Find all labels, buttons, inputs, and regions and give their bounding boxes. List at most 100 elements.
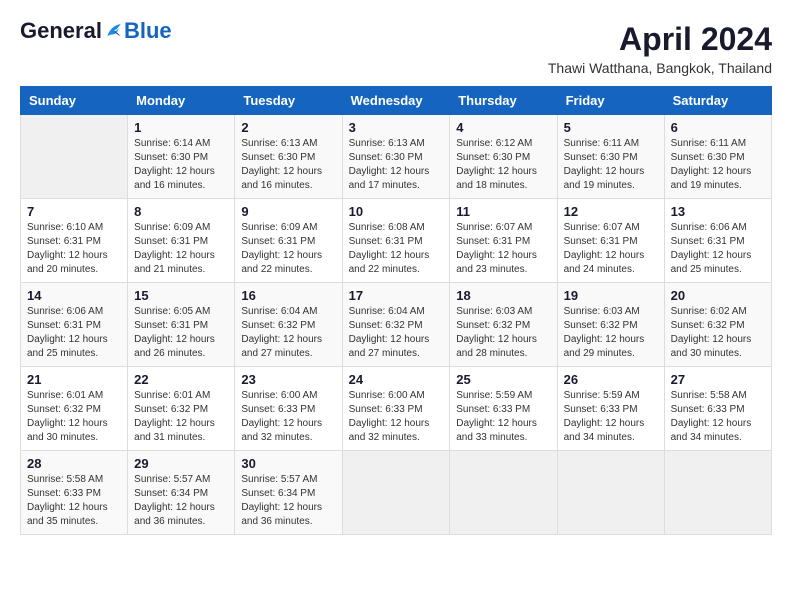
calendar-cell (21, 115, 128, 199)
day-info: Sunrise: 5:58 AM Sunset: 6:33 PM Dayligh… (671, 389, 765, 445)
column-header-saturday: Saturday (664, 87, 771, 115)
day-number: 26 (564, 372, 658, 387)
day-info: Sunrise: 6:04 AM Sunset: 6:32 PM Dayligh… (241, 305, 335, 361)
day-info: Sunrise: 6:10 AM Sunset: 6:31 PM Dayligh… (27, 221, 121, 277)
day-info: Sunrise: 6:05 AM Sunset: 6:31 PM Dayligh… (134, 305, 228, 361)
day-number: 22 (134, 372, 228, 387)
day-info: Sunrise: 6:14 AM Sunset: 6:30 PM Dayligh… (134, 137, 228, 193)
day-info: Sunrise: 5:58 AM Sunset: 6:33 PM Dayligh… (27, 473, 121, 529)
day-info: Sunrise: 6:03 AM Sunset: 6:32 PM Dayligh… (564, 305, 658, 361)
day-info: Sunrise: 5:57 AM Sunset: 6:34 PM Dayligh… (134, 473, 228, 529)
day-info: Sunrise: 6:06 AM Sunset: 6:31 PM Dayligh… (671, 221, 765, 277)
week-row-2: 7 Sunrise: 6:10 AM Sunset: 6:31 PM Daylig… (21, 199, 772, 283)
calendar-cell (557, 451, 664, 535)
calendar-cell: 4 Sunrise: 6:12 AM Sunset: 6:30 PM Daylig… (450, 115, 557, 199)
calendar-cell: 28 Sunrise: 5:58 AM Sunset: 6:33 PM Dayli… (21, 451, 128, 535)
calendar-cell: 6 Sunrise: 6:11 AM Sunset: 6:30 PM Daylig… (664, 115, 771, 199)
calendar-cell: 24Sunrise: 6:00 AM Sunset: 6:33 PM Dayli… (342, 367, 450, 451)
day-info: Sunrise: 6:07 AM Sunset: 6:31 PM Dayligh… (564, 221, 658, 277)
day-info: Sunrise: 6:12 AM Sunset: 6:30 PM Dayligh… (456, 137, 550, 193)
calendar-cell: 30Sunrise: 5:57 AM Sunset: 6:34 PM Dayli… (235, 451, 342, 535)
calendar-cell: 18 Sunrise: 6:03 AM Sunset: 6:32 PM Dayli… (450, 283, 557, 367)
day-number: 9 (241, 204, 335, 219)
day-number: 17 (349, 288, 444, 303)
calendar-cell: 2 Sunrise: 6:13 AM Sunset: 6:30 PM Daylig… (235, 115, 342, 199)
day-info: Sunrise: 6:06 AM Sunset: 6:31 PM Dayligh… (27, 305, 121, 361)
day-number: 19 (564, 288, 658, 303)
column-header-monday: Monday (128, 87, 235, 115)
day-info: Sunrise: 6:09 AM Sunset: 6:31 PM Dayligh… (134, 221, 228, 277)
logo-general-text: General (20, 20, 102, 42)
location-title: Thawi Watthana, Bangkok, Thailand (548, 60, 772, 76)
day-info: Sunrise: 6:07 AM Sunset: 6:31 PM Dayligh… (456, 221, 550, 277)
day-number: 12 (564, 204, 658, 219)
calendar-cell: 9Sunrise: 6:09 AM Sunset: 6:31 PM Daylig… (235, 199, 342, 283)
logo-bird-icon (104, 21, 124, 41)
day-info: Sunrise: 5:59 AM Sunset: 6:33 PM Dayligh… (564, 389, 658, 445)
calendar-cell (342, 451, 450, 535)
calendar-cell: 7 Sunrise: 6:10 AM Sunset: 6:31 PM Daylig… (21, 199, 128, 283)
day-number: 7 (27, 204, 121, 219)
day-number: 29 (134, 456, 228, 471)
calendar-cell: 19 Sunrise: 6:03 AM Sunset: 6:32 PM Dayli… (557, 283, 664, 367)
day-number: 1 (134, 120, 228, 135)
calendar-cell: 14 Sunrise: 6:06 AM Sunset: 6:31 PM Dayli… (21, 283, 128, 367)
day-number: 18 (456, 288, 550, 303)
day-number: 6 (671, 120, 765, 135)
calendar-cell (450, 451, 557, 535)
logo: General Blue (20, 20, 172, 42)
day-number: 25 (456, 372, 550, 387)
column-header-thursday: Thursday (450, 87, 557, 115)
day-number: 20 (671, 288, 765, 303)
column-header-tuesday: Tuesday (235, 87, 342, 115)
day-number: 4 (456, 120, 550, 135)
column-header-sunday: Sunday (21, 87, 128, 115)
day-info: Sunrise: 5:59 AM Sunset: 6:33 PM Dayligh… (456, 389, 550, 445)
calendar-cell: 16 Sunrise: 6:04 AM Sunset: 6:32 PM Dayli… (235, 283, 342, 367)
day-number: 21 (27, 372, 121, 387)
day-info: Sunrise: 5:57 AM Sunset: 6:34 PM Dayligh… (241, 473, 335, 529)
calendar-cell: 12 Sunrise: 6:07 AM Sunset: 6:31 PM Dayli… (557, 199, 664, 283)
day-number: 28 (27, 456, 121, 471)
week-row-3: 14 Sunrise: 6:06 AM Sunset: 6:31 PM Dayli… (21, 283, 772, 367)
month-title: April 2024 (548, 20, 772, 58)
day-number: 3 (349, 120, 444, 135)
day-info: Sunrise: 6:11 AM Sunset: 6:30 PM Dayligh… (671, 137, 765, 193)
calendar-cell: 1 Sunrise: 6:14 AM Sunset: 6:30 PM Daylig… (128, 115, 235, 199)
calendar-cell: 3Sunrise: 6:13 AM Sunset: 6:30 PM Daylig… (342, 115, 450, 199)
day-number: 27 (671, 372, 765, 387)
day-number: 11 (456, 204, 550, 219)
day-number: 5 (564, 120, 658, 135)
week-row-5: 28 Sunrise: 5:58 AM Sunset: 6:33 PM Dayli… (21, 451, 772, 535)
day-info: Sunrise: 6:08 AM Sunset: 6:31 PM Dayligh… (349, 221, 444, 277)
day-info: Sunrise: 6:04 AM Sunset: 6:32 PM Dayligh… (349, 305, 444, 361)
calendar-table: SundayMondayTuesdayWednesdayThursdayFrid… (20, 86, 772, 535)
calendar-cell (664, 451, 771, 535)
logo-blue-text: Blue (124, 20, 172, 42)
column-header-friday: Friday (557, 87, 664, 115)
calendar-cell: 27 Sunrise: 5:58 AM Sunset: 6:33 PM Dayli… (664, 367, 771, 451)
calendar-header-row: SundayMondayTuesdayWednesdayThursdayFrid… (21, 87, 772, 115)
day-number: 8 (134, 204, 228, 219)
calendar-cell: 15 Sunrise: 6:05 AM Sunset: 6:31 PM Dayli… (128, 283, 235, 367)
day-info: Sunrise: 6:00 AM Sunset: 6:33 PM Dayligh… (241, 389, 335, 445)
column-header-wednesday: Wednesday (342, 87, 450, 115)
day-info: Sunrise: 6:03 AM Sunset: 6:32 PM Dayligh… (456, 305, 550, 361)
day-number: 2 (241, 120, 335, 135)
calendar-cell: 20Sunrise: 6:02 AM Sunset: 6:32 PM Dayli… (664, 283, 771, 367)
day-info: Sunrise: 6:13 AM Sunset: 6:30 PM Dayligh… (241, 137, 335, 193)
calendar-cell: 11 Sunrise: 6:07 AM Sunset: 6:31 PM Dayli… (450, 199, 557, 283)
calendar-cell: 22Sunrise: 6:01 AM Sunset: 6:32 PM Dayli… (128, 367, 235, 451)
day-number: 15 (134, 288, 228, 303)
day-number: 10 (349, 204, 444, 219)
calendar-cell: 17 Sunrise: 6:04 AM Sunset: 6:32 PM Dayli… (342, 283, 450, 367)
day-number: 14 (27, 288, 121, 303)
calendar-cell: 21Sunrise: 6:01 AM Sunset: 6:32 PM Dayli… (21, 367, 128, 451)
day-number: 23 (241, 372, 335, 387)
day-info: Sunrise: 6:00 AM Sunset: 6:33 PM Dayligh… (349, 389, 444, 445)
calendar-cell: 25 Sunrise: 5:59 AM Sunset: 6:33 PM Dayli… (450, 367, 557, 451)
calendar-cell: 10 Sunrise: 6:08 AM Sunset: 6:31 PM Dayli… (342, 199, 450, 283)
day-info: Sunrise: 6:11 AM Sunset: 6:30 PM Dayligh… (564, 137, 658, 193)
day-number: 16 (241, 288, 335, 303)
week-row-1: 1 Sunrise: 6:14 AM Sunset: 6:30 PM Daylig… (21, 115, 772, 199)
